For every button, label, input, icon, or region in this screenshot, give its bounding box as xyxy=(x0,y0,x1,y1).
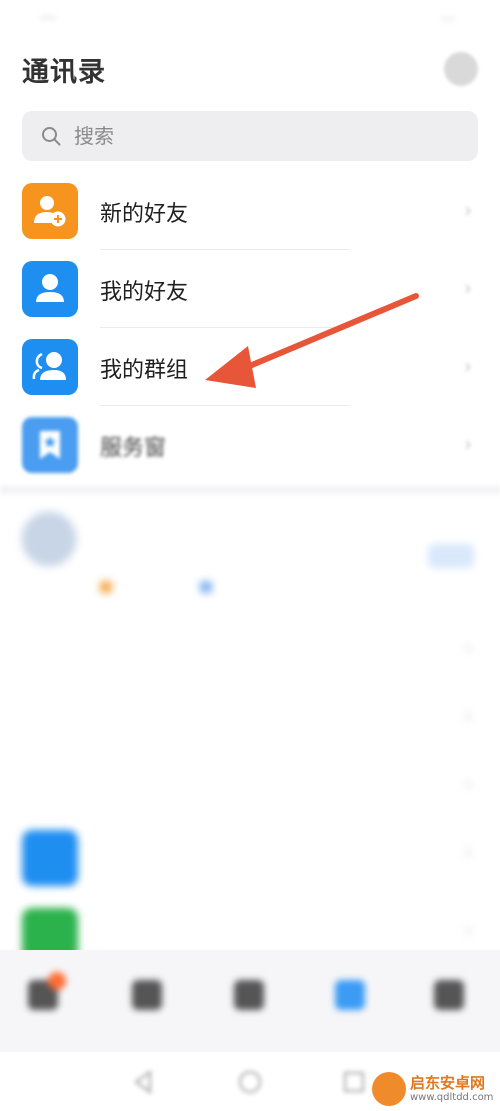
search-box[interactable] xyxy=(22,111,478,161)
page-title: 通讯录 xyxy=(22,57,106,88)
chevron-right-icon: › xyxy=(464,638,472,659)
organization-enter-button[interactable] xyxy=(428,544,474,568)
organization-sub-row[interactable]: › xyxy=(0,688,500,748)
organization-tag xyxy=(100,580,116,596)
watermark-title: 启东安卓网 xyxy=(410,1074,486,1092)
organization-tag xyxy=(200,580,216,596)
chevron-right-icon: › xyxy=(464,920,472,941)
add-friend-icon xyxy=(22,183,78,239)
organization-sub-row[interactable]: › xyxy=(0,620,500,680)
workbench-icon xyxy=(234,980,264,1010)
watermark: 启东安卓网 www.qdltdd.com xyxy=(370,1070,500,1111)
chevron-right-icon: › xyxy=(464,842,472,863)
watermark-logo-icon xyxy=(372,1072,406,1106)
watermark-url: www.qdltdd.com xyxy=(410,1092,494,1103)
bookmark-star-icon xyxy=(22,417,78,473)
tab-home[interactable] xyxy=(112,968,182,1038)
status-icons: ... xyxy=(440,6,455,24)
team-icon xyxy=(22,830,78,886)
tag-icon xyxy=(200,581,212,593)
contacts-icon xyxy=(335,980,365,1010)
menu-item-label: 新的好友 xyxy=(100,202,189,227)
chevron-right-icon: › xyxy=(464,354,472,378)
back-icon[interactable] xyxy=(130,1068,158,1096)
menu-item-label: 服务窗 xyxy=(100,436,167,461)
tag-icon xyxy=(100,581,112,593)
tab-contacts[interactable] xyxy=(315,968,385,1038)
menu-item-my-friends[interactable]: 我的好友 › xyxy=(0,250,500,328)
menu-item-new-friends[interactable]: 新的好友 › xyxy=(0,172,500,250)
menu-item-service-window[interactable]: 服务窗 › xyxy=(0,406,500,484)
unread-badge xyxy=(48,972,66,990)
tab-workbench[interactable] xyxy=(214,968,284,1038)
chevron-right-icon: › xyxy=(464,432,472,456)
chevron-right-icon: › xyxy=(464,774,472,795)
home-icon xyxy=(132,980,162,1010)
menu-item-my-groups[interactable]: 我的群组 › xyxy=(0,328,500,406)
tab-messages[interactable] xyxy=(8,968,78,1038)
organization-sub-row[interactable]: › xyxy=(0,756,500,816)
me-icon xyxy=(434,980,464,1010)
search-icon xyxy=(42,127,61,146)
status-time: ... xyxy=(40,4,57,24)
search-input[interactable] xyxy=(74,120,454,152)
header: 通讯录 xyxy=(0,36,500,104)
home-button-icon[interactable] xyxy=(236,1068,264,1096)
person-icon xyxy=(22,261,78,317)
menu-item-label: 我的群组 xyxy=(100,358,189,383)
organization-card[interactable] xyxy=(0,500,500,610)
chevron-right-icon: › xyxy=(464,198,472,222)
bottom-tab-bar xyxy=(0,950,500,1052)
organization-avatar xyxy=(20,510,78,568)
menu-item-label: 我的好友 xyxy=(100,280,189,305)
recents-icon[interactable] xyxy=(340,1068,368,1096)
tab-me[interactable] xyxy=(414,968,484,1038)
section-divider xyxy=(0,486,500,494)
chevron-right-icon: › xyxy=(464,276,472,300)
settings-icon[interactable] xyxy=(444,52,478,86)
status-bar: ... ... xyxy=(0,0,500,36)
chevron-right-icon: › xyxy=(464,706,472,727)
group-icon xyxy=(22,339,78,395)
contact-list-item[interactable]: › xyxy=(0,822,500,900)
